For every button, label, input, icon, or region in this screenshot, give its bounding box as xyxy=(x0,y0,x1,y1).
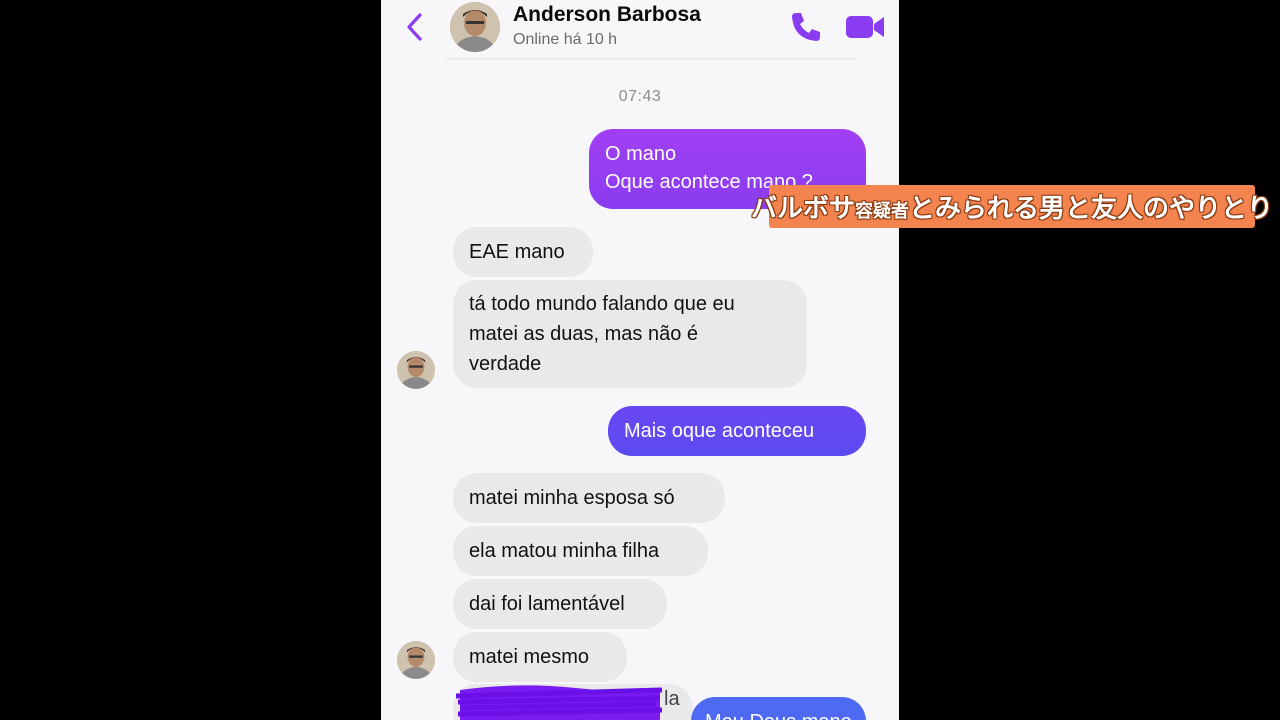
received-message[interactable]: tá todo mundo falando que eu matei as du… xyxy=(453,280,807,388)
video-camera-icon[interactable] xyxy=(845,12,885,42)
caption-part: とみられる男と友人のやりとり xyxy=(909,194,1274,224)
news-caption-banner: バルボサ容疑者とみられる男と友人のやりとり xyxy=(751,185,1273,228)
received-message[interactable]: EAE mano xyxy=(453,227,593,277)
caption-part: 容疑者 xyxy=(855,201,909,222)
redaction-scribble xyxy=(456,685,663,720)
caption-text: バルボサ容疑者とみられる男と友人のやりとり xyxy=(751,188,1273,225)
sent-message[interactable]: Meu Deus mano xyxy=(691,697,866,720)
message-line: matei as duas, mas não é xyxy=(469,323,699,345)
sender-avatar xyxy=(397,641,435,679)
message-line: tá todo mundo falando que eu xyxy=(469,293,735,315)
contact-name[interactable]: Anderson Barbosa xyxy=(513,3,701,27)
avatar-photo-icon xyxy=(450,2,500,52)
received-message[interactable]: matei mesmo xyxy=(453,632,627,682)
partial-message-text: la xyxy=(664,688,680,710)
avatar-photo-icon xyxy=(397,641,435,679)
sent-message[interactable]: Mais oque aconteceu xyxy=(608,406,866,456)
message-line: O mano xyxy=(605,143,677,165)
caption-part: バルボサ xyxy=(750,194,855,224)
chat-header: Anderson Barbosa Online há 10 h xyxy=(381,0,899,58)
received-message[interactable]: matei minha esposa só xyxy=(453,473,725,523)
received-message[interactable]: ela matou minha filha xyxy=(453,526,708,576)
back-chevron-icon[interactable] xyxy=(403,10,427,44)
contact-status: Online há 10 h xyxy=(513,31,618,48)
message-line: verdade xyxy=(469,353,542,375)
phone-icon[interactable] xyxy=(789,10,823,44)
avatar[interactable] xyxy=(450,2,500,52)
sender-avatar xyxy=(397,351,435,389)
received-message[interactable]: dai foi lamentável xyxy=(453,579,667,629)
avatar-photo-icon xyxy=(397,351,435,389)
chat-screen: Anderson Barbosa Online há 10 h 07:43 O … xyxy=(381,0,899,720)
message-timestamp: 07:43 xyxy=(618,88,662,105)
